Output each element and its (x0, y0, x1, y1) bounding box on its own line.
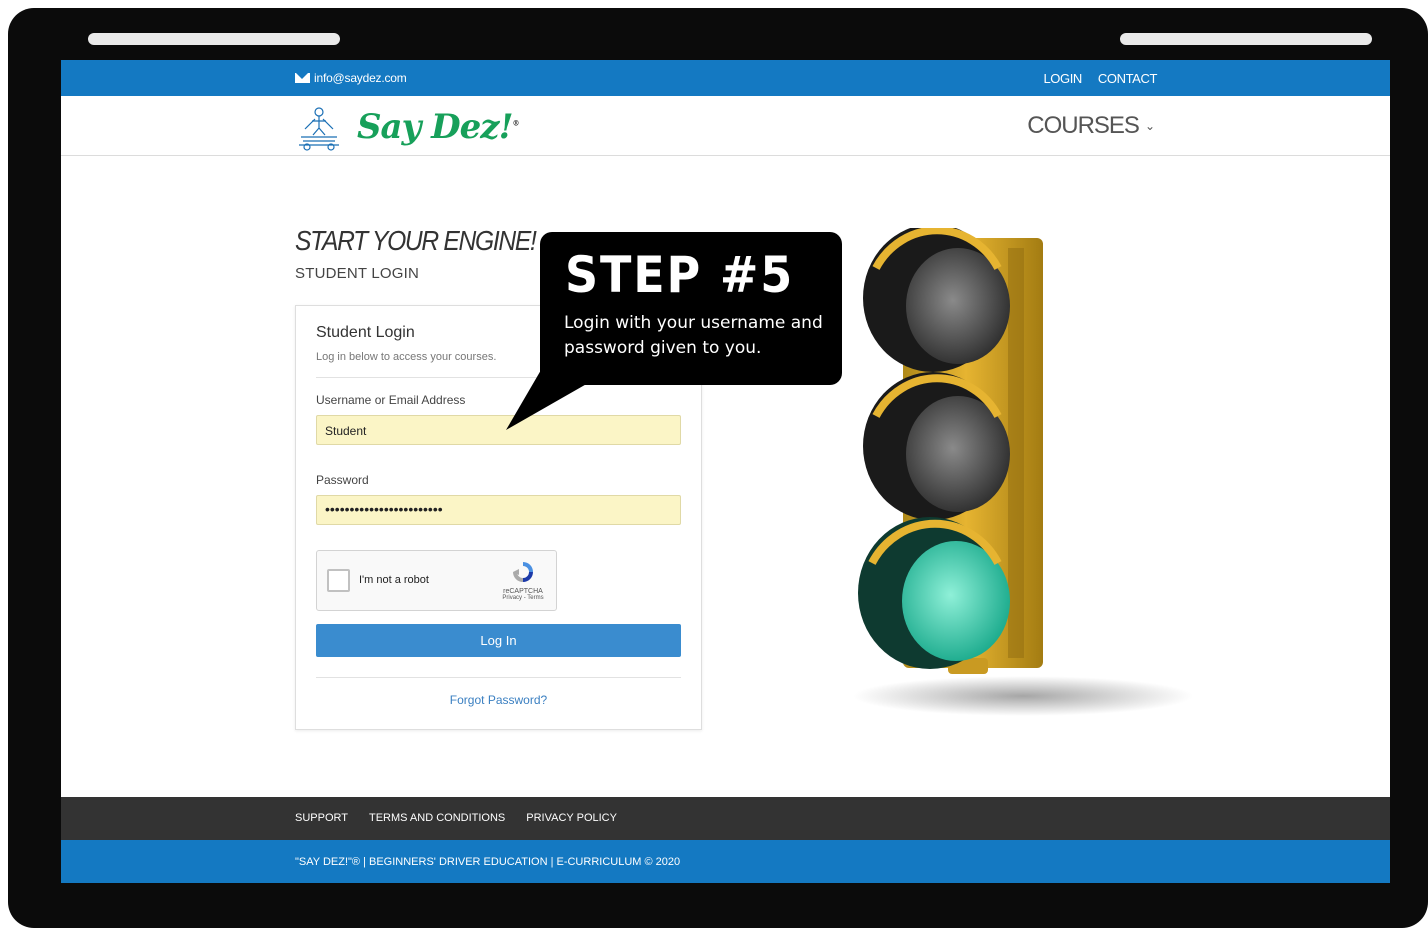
divider (316, 677, 681, 678)
captcha-checkbox[interactable] (327, 569, 350, 592)
copyright-text: "SAY DEZ!"® | BEGINNERS' DRIVER EDUCATIO… (295, 856, 681, 868)
envelope-icon (295, 73, 310, 83)
step-callout: STEP #5 Login with your username and pas… (540, 232, 842, 385)
browser-screen: info@saydez.com LOGIN CONTACT Say Dez!® (61, 60, 1390, 883)
contact-link[interactable]: CONTACT (1098, 71, 1157, 86)
recaptcha-logo: reCAPTCHA Privacy - Terms (499, 559, 547, 601)
login-button[interactable]: Log In (316, 624, 681, 657)
footer-links-bar: SUPPORT TERMS AND CONDITIONS PRIVACY POL… (61, 797, 1390, 840)
recaptcha-widget: I'm not a robot reCAPTCHA Privacy - Term… (316, 550, 557, 611)
logo-wordmark: Say Dez!® (357, 107, 520, 147)
footer-link-support[interactable]: SUPPORT (295, 812, 348, 824)
footer-link-terms[interactable]: TERMS AND CONDITIONS (369, 812, 505, 824)
top-bar: info@saydez.com LOGIN CONTACT (61, 60, 1390, 96)
page-headline: START YOUR ENGINE! (295, 225, 537, 256)
captcha-brand: reCAPTCHA (503, 588, 543, 595)
footer-link-privacy[interactable]: PRIVACY POLICY (526, 812, 617, 824)
captcha-terms[interactable]: Privacy - Terms (499, 595, 547, 601)
driver-figure-icon (299, 107, 339, 151)
device-bezel-pill-left (88, 33, 340, 45)
courses-menu[interactable]: COURSES ⌄ (1027, 112, 1155, 140)
chevron-down-icon: ⌄ (1144, 119, 1155, 133)
login-link[interactable]: LOGIN (1043, 71, 1082, 86)
traffic-light-image (853, 228, 1193, 716)
courses-label: COURSES (1027, 112, 1140, 139)
device-bezel-pill-right (1120, 33, 1372, 45)
login-card-description: Log in below to access your courses. (316, 351, 497, 363)
forgot-password-link[interactable]: Forgot Password? (316, 693, 681, 707)
page-subheading: STUDENT LOGIN (295, 265, 420, 282)
captcha-label: I'm not a robot (359, 574, 429, 586)
site-header: Say Dez!® COURSES ⌄ (61, 96, 1390, 156)
top-links: LOGIN CONTACT (1043, 71, 1157, 86)
callout-text: Login with your username and password gi… (564, 313, 823, 358)
password-label: Password (316, 473, 369, 487)
callout-step-number: STEP #5 (565, 246, 795, 304)
login-card-title: Student Login (316, 324, 415, 341)
username-label: Username or Email Address (316, 393, 466, 407)
email-text[interactable]: info@saydez.com (314, 71, 407, 85)
contact-email[interactable]: info@saydez.com (295, 71, 407, 85)
recaptcha-icon (513, 562, 533, 582)
footer-nav: SUPPORT TERMS AND CONDITIONS PRIVACY POL… (295, 812, 617, 824)
site-logo[interactable]: Say Dez!® (295, 101, 520, 153)
password-input[interactable]: •••••••••••••••••••••••• (316, 495, 681, 525)
username-input[interactable]: Student (316, 415, 681, 445)
footer-copyright-bar: "SAY DEZ!"® | BEGINNERS' DRIVER EDUCATIO… (61, 840, 1390, 883)
